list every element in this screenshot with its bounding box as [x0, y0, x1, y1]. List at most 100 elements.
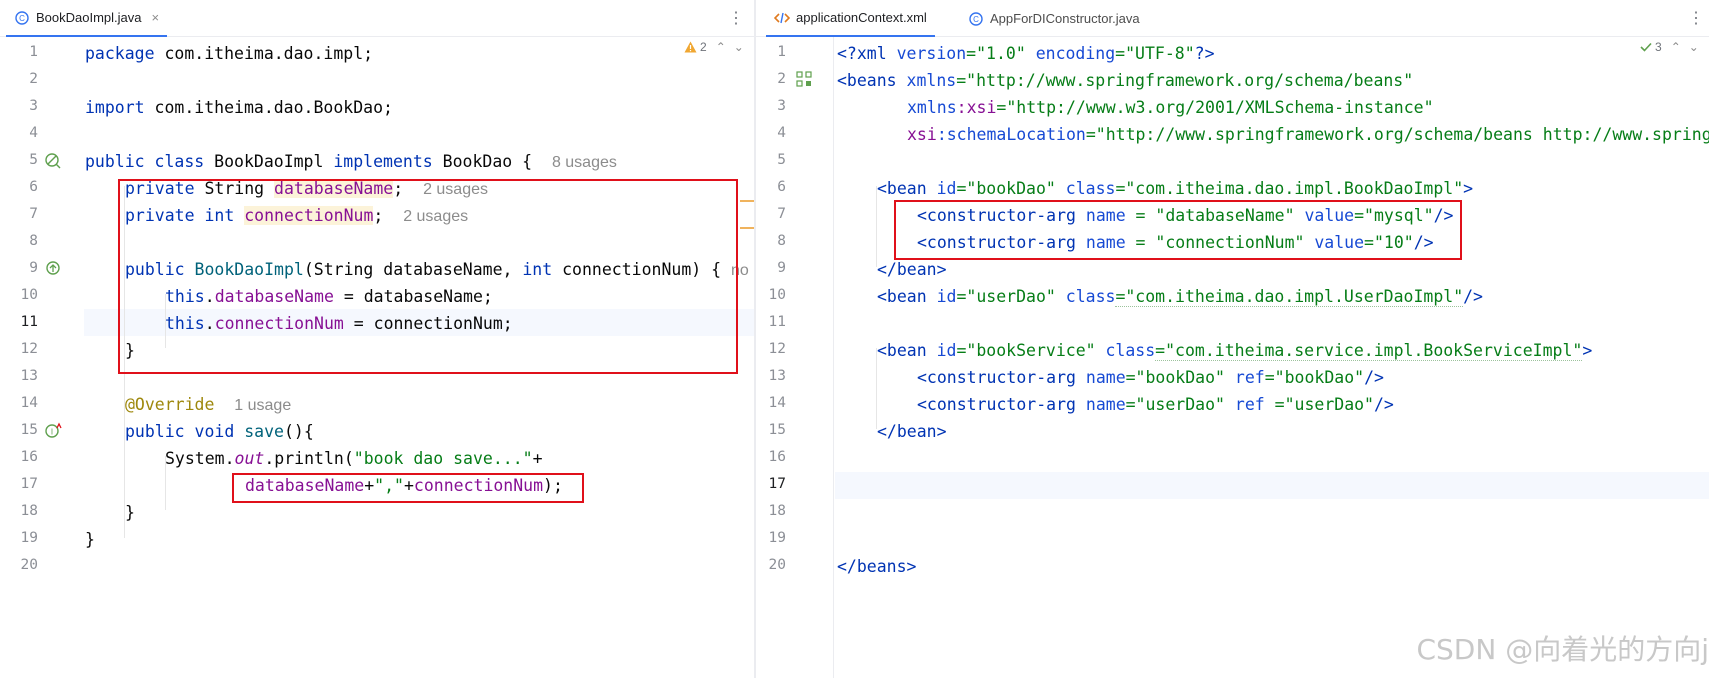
- left-editor-pane: C BookDaoImpl.java × ⋮ 1 2 3 4 5 6 7 8 9 10 11 12 13…: [0, 0, 754, 678]
- tab-applicationcontext-xml[interactable]: applicationContext.xml: [766, 0, 935, 37]
- line-number[interactable]: 1: [756, 39, 786, 66]
- xml-file-icon: [774, 10, 790, 26]
- line-number[interactable]: 8: [0, 228, 38, 255]
- line-number[interactable]: 18: [0, 498, 38, 525]
- svg-text:I: I: [51, 428, 53, 437]
- line-number[interactable]: 3: [0, 93, 38, 120]
- csdn-watermark: CSDN @向着光的方向j: [1416, 633, 1709, 666]
- line-number[interactable]: 6: [756, 174, 786, 201]
- svg-text:C: C: [19, 14, 25, 23]
- line-number[interactable]: 12: [0, 336, 38, 363]
- check-icon: [1640, 42, 1652, 52]
- line-number[interactable]: 10: [756, 282, 786, 309]
- xml-line-13[interactable]: <constructor-arg name="bookDao" ref="boo…: [917, 364, 1384, 391]
- code-line-15[interactable]: public void save(){: [125, 418, 314, 445]
- svg-text:C: C: [973, 15, 979, 24]
- beans-config-gutter-icon[interactable]: [794, 69, 814, 89]
- xml-line-15[interactable]: </bean>: [877, 418, 947, 445]
- warning-icon: [684, 41, 697, 53]
- line-number[interactable]: 15: [756, 417, 786, 444]
- right-editor-pane: applicationContext.xml C AppForDIConstru…: [756, 0, 1709, 678]
- line-number[interactable]: 7: [0, 201, 38, 228]
- line-number[interactable]: 9: [0, 255, 38, 282]
- line-number[interactable]: 3: [756, 93, 786, 120]
- line-number[interactable]: 13: [756, 363, 786, 390]
- xml-line-6[interactable]: <bean id="bookDao" class="com.itheima.da…: [877, 175, 1473, 202]
- line-number[interactable]: 5: [756, 147, 786, 174]
- code-line-3[interactable]: import com.itheima.dao.BookDao;: [85, 94, 393, 121]
- annotation-box-fields-constructor: [118, 179, 738, 374]
- java-class-icon: C: [14, 10, 30, 26]
- xml-line-9[interactable]: </bean>: [877, 256, 947, 283]
- line-number[interactable]: 2: [756, 66, 786, 93]
- line-number[interactable]: 13: [0, 363, 38, 390]
- right-tab-bar: applicationContext.xml C AppForDIConstru…: [756, 0, 1709, 37]
- line-number[interactable]: 6: [0, 174, 38, 201]
- xml-line-2[interactable]: <beans xmlns="http://www.springframework…: [837, 67, 1413, 94]
- line-number[interactable]: 10: [0, 282, 38, 309]
- change-marker: [740, 200, 754, 202]
- override-gutter-icon[interactable]: I: [43, 420, 63, 440]
- tab-label: BookDaoImpl.java: [36, 10, 142, 25]
- line-number[interactable]: 19: [756, 525, 786, 552]
- line-number[interactable]: 17: [756, 471, 786, 498]
- line-number[interactable]: 18: [756, 498, 786, 525]
- java-class-run-icon: C: [968, 11, 984, 27]
- code-line-1[interactable]: package com.itheima.dao.impl;: [85, 40, 373, 67]
- line-number[interactable]: 14: [0, 390, 38, 417]
- line-number[interactable]: 11: [756, 309, 786, 336]
- inspection-widget[interactable]: 3 ⌃⌄: [1640, 40, 1707, 54]
- line-number[interactable]: 4: [756, 120, 786, 147]
- more-options-icon[interactable]: ⋮: [728, 8, 744, 28]
- code-line-5[interactable]: public class BookDaoImpl implements Book…: [85, 148, 617, 175]
- line-number[interactable]: 5: [0, 147, 38, 174]
- line-number[interactable]: 4: [0, 120, 38, 147]
- line-number[interactable]: 16: [0, 444, 38, 471]
- xml-line-1[interactable]: <?xml version="1.0" encoding="UTF-8"?>: [837, 40, 1215, 67]
- inspection-widget[interactable]: 2 ⌃⌄: [684, 40, 752, 54]
- tab-appfordiconstructor-java[interactable]: C AppForDIConstructor.java: [960, 0, 1148, 37]
- tab-label: applicationContext.xml: [796, 10, 927, 25]
- xml-line-14[interactable]: <constructor-arg name="userDao" ref ="us…: [917, 391, 1394, 418]
- tab-bookdaoimpl-java[interactable]: C BookDaoImpl.java ×: [6, 0, 168, 37]
- more-options-icon[interactable]: ⋮: [1688, 8, 1704, 28]
- check-count: 3: [1655, 40, 1662, 54]
- close-tab-icon[interactable]: ×: [152, 10, 160, 25]
- line-number[interactable]: 2: [0, 66, 38, 93]
- code-line-16[interactable]: System.out.println("book dao save..."+: [165, 445, 543, 472]
- line-number[interactable]: 12: [756, 336, 786, 363]
- line-number[interactable]: 9: [756, 255, 786, 282]
- line-number[interactable]: 19: [0, 525, 38, 552]
- prev-next-arrows[interactable]: ⌃⌄: [716, 40, 752, 54]
- usages-hint: 8 usages: [551, 154, 617, 171]
- line-number[interactable]: 1: [0, 39, 38, 66]
- left-tab-bar: C BookDaoImpl.java × ⋮: [0, 0, 754, 37]
- line-number[interactable]: 8: [756, 228, 786, 255]
- line-number[interactable]: 20: [756, 552, 786, 579]
- implements-gutter-icon[interactable]: [43, 151, 63, 171]
- line-number[interactable]: 20: [0, 552, 38, 579]
- warning-count: 2: [700, 40, 707, 54]
- xml-line-10[interactable]: <bean id="userDao" class="com.itheima.da…: [877, 283, 1483, 310]
- constructor-gutter-icon[interactable]: [43, 258, 63, 278]
- line-number[interactable]: 15: [0, 417, 38, 444]
- code-line-14[interactable]: @Override 1 usage: [125, 391, 291, 418]
- change-marker: [740, 227, 754, 229]
- current-line-highlight: [835, 472, 1709, 499]
- usages-hint: 1 usage: [234, 397, 292, 414]
- line-number[interactable]: 11: [0, 309, 38, 336]
- xml-line-3[interactable]: xmlns:xsi="http://www.w3.org/2001/XMLSch…: [907, 94, 1434, 121]
- annotation-box-println-args: [232, 473, 584, 503]
- line-number[interactable]: 7: [756, 201, 786, 228]
- prev-next-arrows[interactable]: ⌃⌄: [1671, 40, 1707, 54]
- annotation-box-constructor-args: [894, 200, 1462, 260]
- line-number[interactable]: 14: [756, 390, 786, 417]
- line-number[interactable]: 17: [0, 471, 38, 498]
- xml-line-20[interactable]: </beans>: [837, 553, 916, 580]
- tab-label: AppForDIConstructor.java: [990, 11, 1140, 26]
- code-line-19[interactable]: }: [85, 526, 95, 553]
- xml-line-4[interactable]: xsi:schemaLocation="http://www.springfra…: [907, 121, 1709, 148]
- line-number[interactable]: 16: [756, 444, 786, 471]
- code-line-18[interactable]: }: [125, 499, 135, 526]
- xml-line-12[interactable]: <bean id="bookService" class="com.itheim…: [877, 337, 1592, 364]
